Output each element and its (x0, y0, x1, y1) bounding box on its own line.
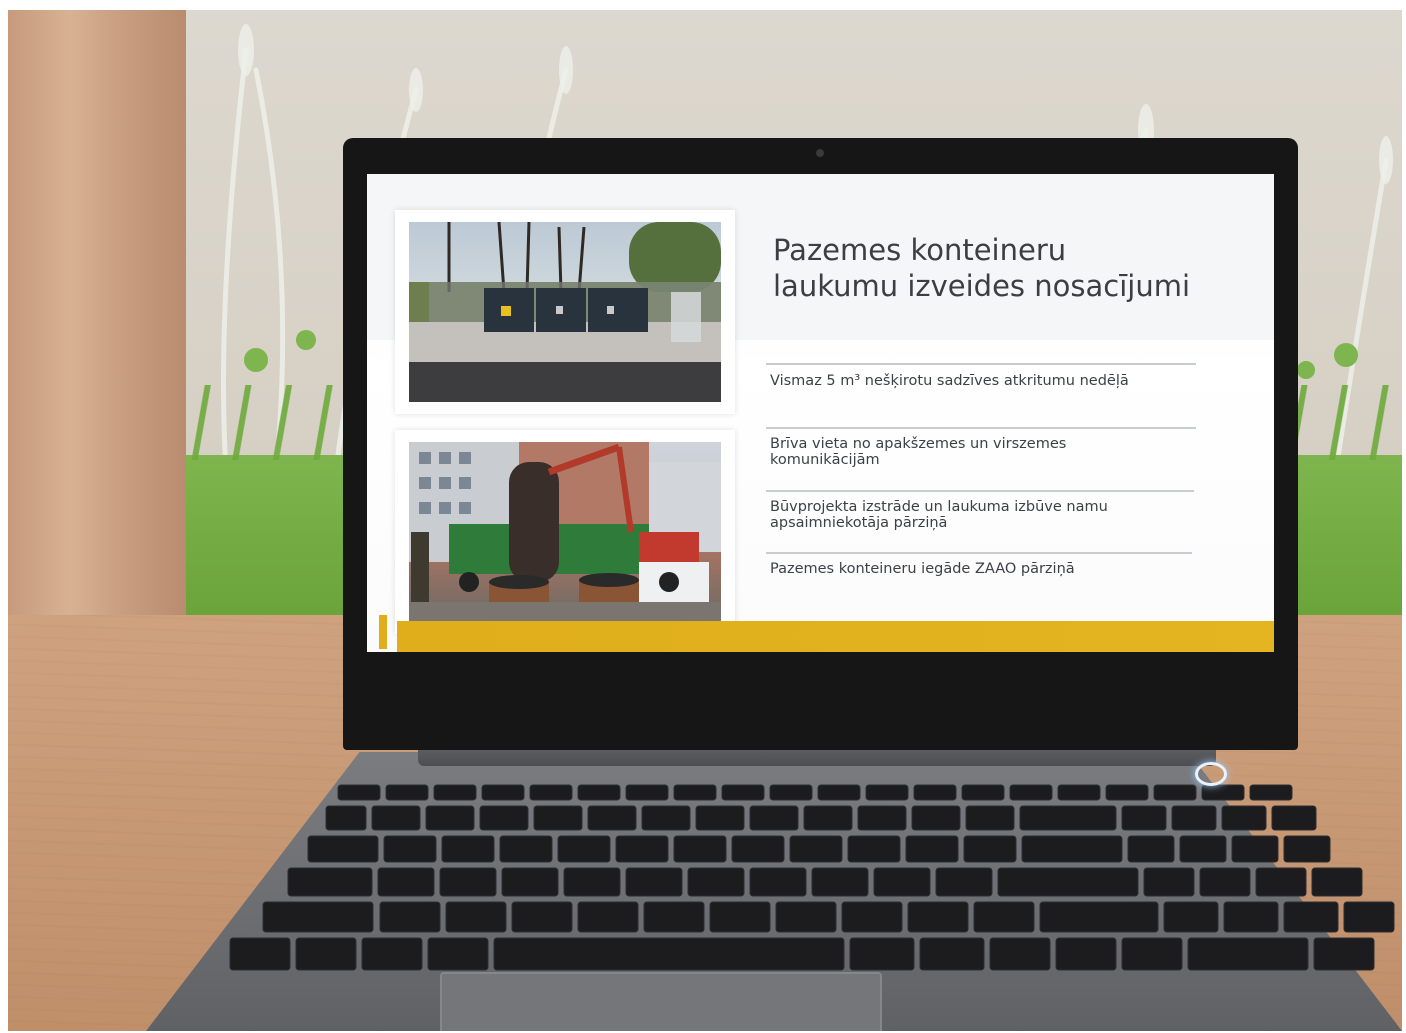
bullet-item: Pazemes konteineru iegāde ZAAO pārziņā (770, 561, 1075, 577)
photo-containers-image (409, 222, 721, 402)
photo-containers-illustration (409, 222, 721, 402)
slide-title-line2: laukumu izveides nosacījumi (773, 269, 1191, 303)
photo-scene: Pazemes konteineru laukumu izveides nosa… (8, 10, 1402, 1031)
photo-installation (395, 430, 735, 634)
accent-bar (397, 621, 1274, 652)
bullet-divider (766, 552, 1192, 554)
bullet-item: Brīva vieta no apakšzemes un virszemes k… (770, 436, 1066, 468)
bullet-item: Būvprojekta izstrāde un laukuma izbūve n… (770, 499, 1108, 531)
bullet-divider (766, 363, 1196, 365)
slide-title: Pazemes konteineru laukumu izveides nosa… (773, 232, 1253, 304)
bullet-divider (766, 427, 1196, 429)
bullet-item-line2: komunikācijām (770, 452, 880, 468)
photo-installation-image (409, 442, 721, 622)
accent-bar-left (379, 615, 387, 649)
webcam-icon (816, 149, 824, 157)
bullet-item-line2: apsaimniekotāja pārziņā (770, 515, 948, 531)
slide-title-line1: Pazemes konteineru (773, 233, 1067, 267)
bullet-item-line1: Būvprojekta izstrāde un laukuma izbūve n… (770, 499, 1108, 515)
photo-containers (395, 210, 735, 414)
bullet-item: Vismaz 5 m³ nešķirotu sadzīves atkritumu… (770, 373, 1129, 389)
bullet-item-line1: Brīva vieta no apakšzemes un virszemes (770, 436, 1067, 452)
power-button-icon[interactable] (1195, 762, 1227, 786)
bullet-divider (766, 490, 1194, 492)
photo-installation-illustration (409, 442, 721, 622)
laptop-screen: Pazemes konteineru laukumu izveides nosa… (367, 174, 1274, 652)
laptop-display-bezel: Pazemes konteineru laukumu izveides nosa… (343, 138, 1298, 750)
trackpad[interactable] (440, 972, 882, 1031)
keyboard-keys (229, 784, 1395, 971)
